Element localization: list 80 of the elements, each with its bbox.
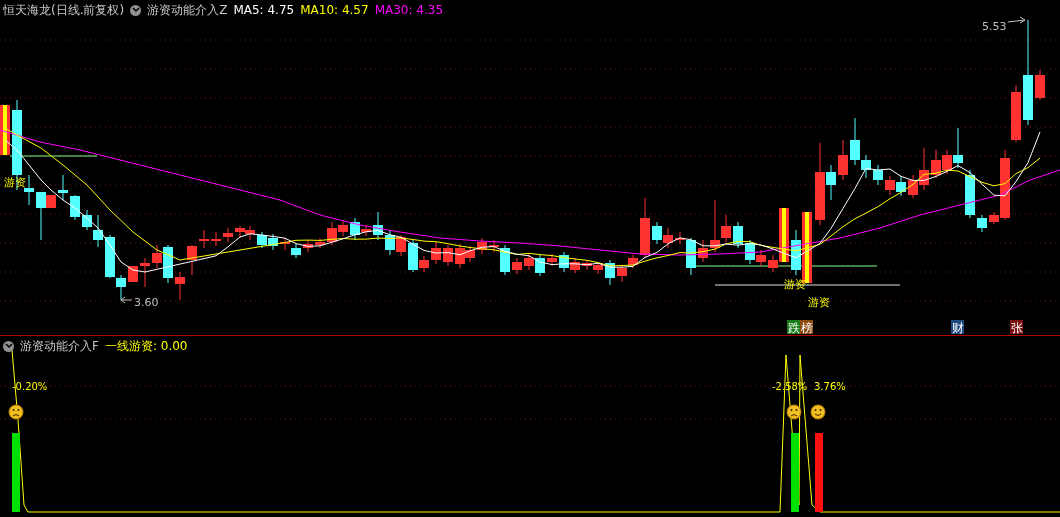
candlestick [257, 231, 267, 249]
signal-candle [779, 208, 789, 262]
moving-average-value: MA5: 4.75 [233, 3, 295, 17]
candlestick [582, 259, 592, 271]
event-badge[interactable]: 跌 [787, 320, 800, 335]
candlestick [291, 243, 301, 259]
candlestick [58, 174, 68, 201]
candlestick [965, 169, 975, 219]
candlestick [245, 225, 255, 241]
moving-average-value: MA10: 4.57 [300, 3, 369, 17]
stock-title: 恒天海龙(日线.前复权) [3, 1, 125, 19]
candlestick [640, 197, 650, 259]
candlestick [396, 234, 406, 257]
dropdown-icon[interactable] [3, 340, 14, 352]
candlestick [477, 237, 487, 255]
candlestick [431, 241, 441, 265]
signal-label: 游资 [784, 278, 806, 291]
candlestick [535, 254, 545, 277]
signal-label: 游资 [808, 296, 830, 309]
candlestick [873, 164, 883, 186]
candlestick [175, 271, 185, 301]
event-badge[interactable]: 张 [1010, 320, 1023, 335]
signal-candle [0, 105, 10, 155]
candlestick [559, 251, 569, 273]
candlestick [791, 229, 801, 276]
candlestick [931, 149, 941, 179]
candlestick [512, 257, 522, 275]
high-price-label: 5.53 [982, 20, 1007, 33]
candlestick [70, 194, 80, 221]
candlestick [24, 174, 34, 206]
candlestick [140, 257, 150, 288]
candlestick [652, 221, 662, 245]
dropdown-icon[interactable] [130, 4, 142, 16]
candlestick [698, 239, 708, 263]
candlestick [268, 233, 278, 251]
candlestick [327, 221, 337, 246]
event-badge[interactable]: 财 [951, 320, 964, 335]
percent-reading: 3.76% [814, 381, 846, 392]
percent-reading: -0.20% [12, 381, 48, 392]
candlestick [570, 257, 580, 274]
candlestick [223, 227, 233, 243]
indicator-title[interactable]: 游资动能介入Z [147, 1, 228, 19]
candlestick [547, 253, 557, 267]
candlestick [733, 221, 743, 249]
candlestick [280, 237, 290, 251]
candlestick [303, 239, 313, 253]
candlestick [373, 211, 383, 241]
sad-face-icon [786, 404, 802, 420]
candlestick [385, 229, 395, 256]
candlestick [838, 139, 848, 181]
candlestick [315, 237, 325, 249]
candlestick [1011, 84, 1021, 143]
candlestick [896, 175, 906, 197]
indicator-title[interactable]: 游资动能介入F [20, 337, 99, 355]
candlestick [338, 219, 348, 237]
candlestick [885, 175, 895, 196]
candlestick [768, 254, 778, 273]
candlestick [235, 225, 245, 239]
candlestick [187, 244, 197, 276]
event-badge[interactable]: 榜 [800, 320, 813, 335]
signal-label: 游资 [4, 176, 26, 189]
smiley-face-icon [810, 404, 826, 420]
candlestick [199, 229, 209, 249]
low-price-arrow-icon [120, 296, 133, 304]
candlestick [617, 264, 627, 283]
high-price-arrow-icon [1007, 16, 1026, 24]
low-price-label: 3.60 [134, 296, 159, 309]
candlestick [443, 244, 453, 267]
candlestick [1035, 69, 1045, 101]
indicator-value: 一线游资: 0.00 [104, 337, 188, 355]
candlestick [977, 214, 987, 233]
candlestick [605, 259, 615, 286]
candlestick [211, 231, 221, 247]
candlestick [663, 227, 673, 249]
candlestick [593, 261, 603, 275]
sad-face-icon [8, 404, 24, 420]
candlestick [128, 265, 138, 283]
moving-average-value: MA30: 4.35 [374, 3, 444, 17]
candlestick [524, 253, 534, 271]
candlestick [628, 254, 638, 269]
